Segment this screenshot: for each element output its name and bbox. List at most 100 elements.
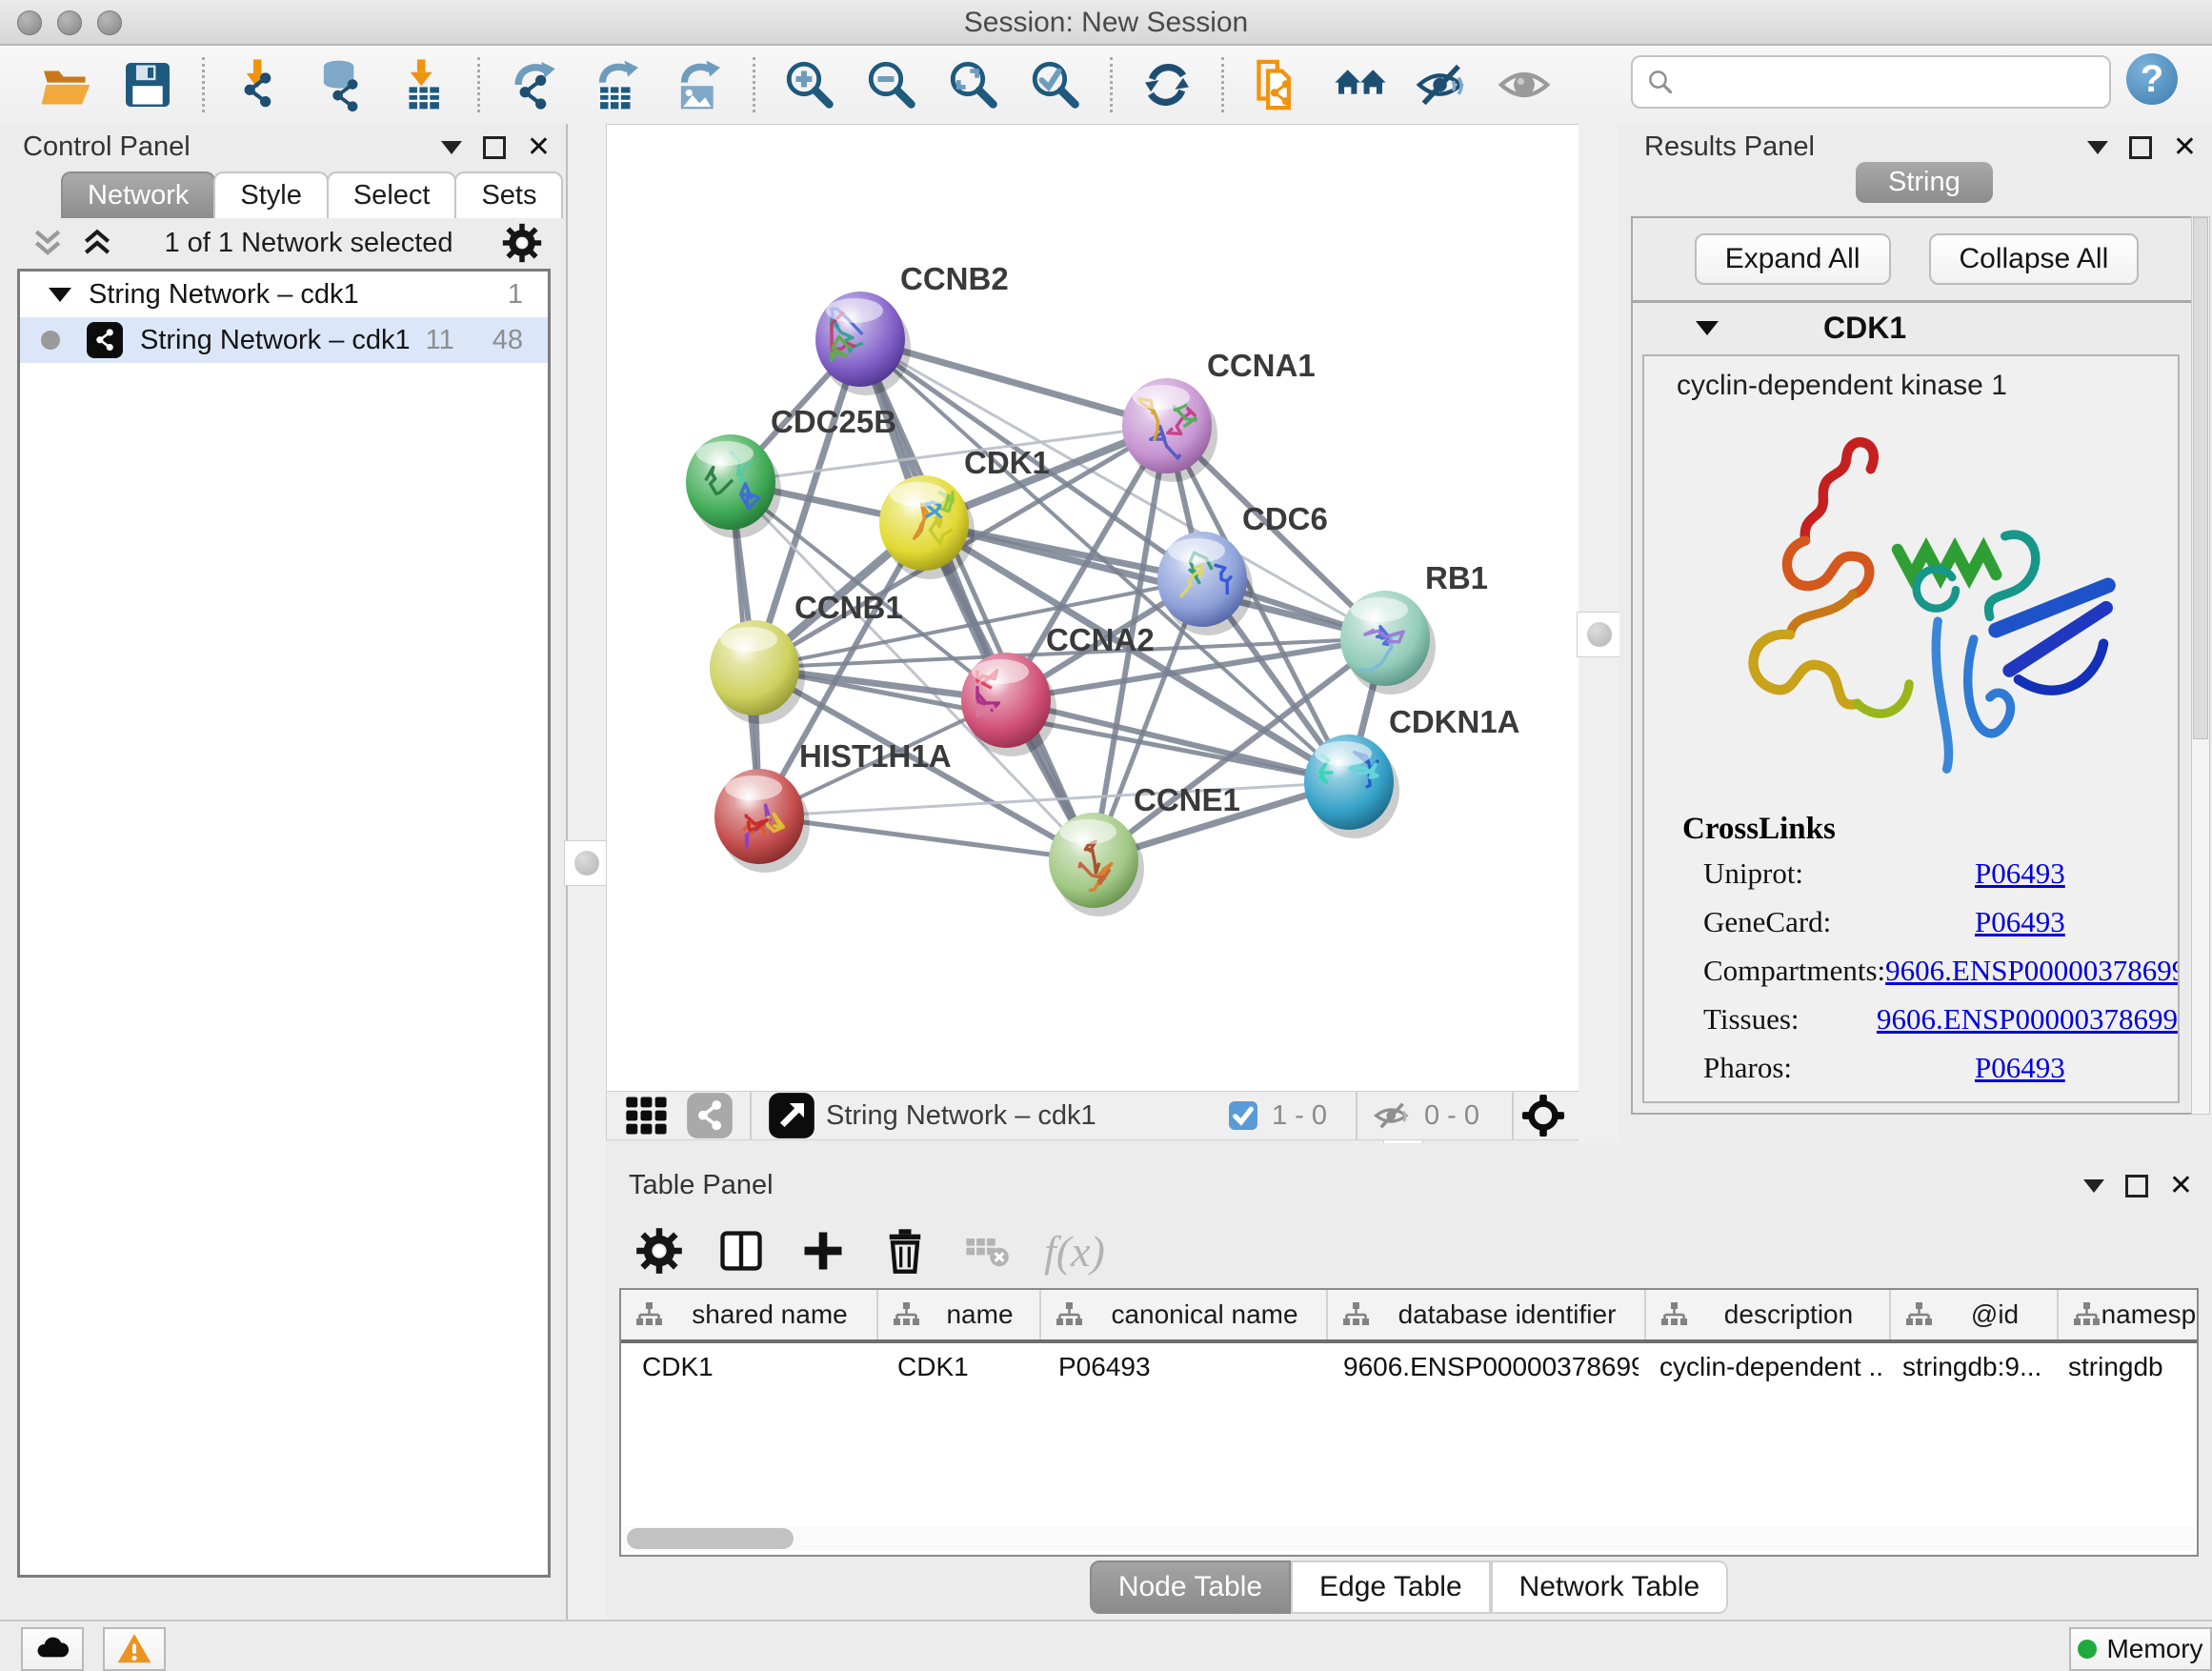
search-input[interactable] [1684, 60, 2109, 104]
crosslink-link[interactable]: P06493 [1975, 856, 2065, 891]
crosslink-link[interactable]: P06493 [1975, 905, 2065, 939]
warnings-button[interactable] [103, 1627, 166, 1671]
table-panel: Table Panel ✕ f(x) shared namenamecanoni… [606, 1143, 2212, 1620]
results-panel-menu-icon[interactable] [2087, 141, 2108, 154]
refresh-icon[interactable] [1139, 57, 1195, 112]
selected-checkbox-icon[interactable] [1226, 1098, 1260, 1133]
copy-network-icon[interactable] [1251, 57, 1306, 112]
network-node-cdkn1a[interactable]: CDKN1A [1304, 704, 1520, 838]
results-scrollbar-thumb[interactable] [2193, 217, 2208, 739]
help-button[interactable]: ? [2126, 53, 2178, 105]
right-splitter-handle[interactable] [1577, 612, 1622, 657]
results-scrollbar[interactable] [2191, 216, 2210, 1115]
memory-button[interactable]: Memory [2069, 1627, 2212, 1671]
network-canvas[interactable]: CCNB2CCNA1CDC25BCDK1CDC6RB1CCNB1CCNA2CDK… [606, 124, 1579, 1093]
collapse-all-button[interactable]: Collapse All [1929, 233, 2140, 285]
column-header-description[interactable]: description [1646, 1290, 1891, 1339]
tab-network-table[interactable]: Network Table [1491, 1560, 1729, 1614]
table-scrollbar-thumb[interactable] [627, 1528, 794, 1549]
hidden-eye-icon[interactable] [1373, 1096, 1413, 1136]
panel-menu-icon[interactable] [441, 141, 462, 154]
zoom-selected-icon[interactable] [1028, 57, 1083, 112]
export-table-icon[interactable] [589, 57, 644, 112]
control-panel-tabs: NetworkStyleSelectSets [61, 171, 561, 218]
hide-selected-icon[interactable] [1415, 57, 1470, 112]
right-splitter[interactable] [1579, 124, 1619, 1143]
table-row[interactable]: CDK1CDK1P064939606.ENSP00000378699cyclin… [621, 1343, 2197, 1391]
network-node-ccne1[interactable]: CCNE1 [1049, 782, 1240, 916]
export-image-icon[interactable] [671, 57, 726, 112]
network-node-hist1h1a[interactable]: HIST1H1A [714, 738, 952, 873]
results-panel: Results Panel ✕ String Expand All Collap… [1619, 124, 2212, 1143]
expand-all-button[interactable]: Expand All [1695, 233, 1891, 285]
node-table[interactable]: shared namenamecanonical namedatabase id… [619, 1288, 2199, 1557]
tab-string[interactable]: String [1856, 162, 1993, 203]
warning-icon [116, 1631, 152, 1667]
tab-sets[interactable]: Sets [454, 171, 563, 218]
crosslink-link[interactable]: P06493 [1975, 1051, 2065, 1085]
panel-close-icon[interactable]: ✕ [527, 139, 551, 156]
network-options-gear-icon[interactable] [501, 222, 543, 264]
node-label: CDC25B [771, 404, 896, 439]
nested-networks-icon[interactable] [1333, 57, 1388, 112]
results-panel-close-icon[interactable]: ✕ [2173, 139, 2197, 156]
results-panel-float-icon[interactable] [2129, 136, 2152, 159]
zoom-fit-icon[interactable] [946, 57, 1001, 112]
collapse-all-icon[interactable] [29, 224, 67, 262]
network-node-rb1[interactable]: RB1 [1340, 560, 1488, 695]
column-header-namespace[interactable]: namespace [2059, 1290, 2199, 1339]
network-node-ccna1[interactable]: CCNA1 [1122, 348, 1316, 482]
open-in-window-icon[interactable] [767, 1091, 816, 1140]
show-all-icon[interactable] [1497, 57, 1552, 112]
left-splitter-handle[interactable] [564, 840, 610, 886]
save-session-icon[interactable] [120, 57, 175, 112]
table-settings-gear-icon[interactable] [634, 1226, 684, 1276]
grid-view-icon[interactable] [622, 1091, 672, 1140]
collection-label: String Network – cdk1 [89, 279, 508, 311]
collection-expand-icon[interactable] [49, 288, 71, 302]
node-label: CCNA1 [1207, 348, 1316, 383]
import-table-icon[interactable] [395, 57, 451, 112]
cloud-button[interactable] [21, 1627, 84, 1671]
protein-collapse-icon[interactable] [1696, 321, 1719, 335]
open-file-icon[interactable] [38, 57, 93, 112]
column-header-shared-name[interactable]: shared name [621, 1290, 878, 1339]
share-view-icon[interactable] [685, 1091, 734, 1140]
crosslink-link[interactable]: 9606.ENSP00000378699 [1877, 1002, 2178, 1037]
column-header-name[interactable]: name [878, 1290, 1041, 1339]
table-panel-close-icon[interactable]: ✕ [2169, 1178, 2193, 1195]
show-columns-icon[interactable] [716, 1226, 766, 1276]
node-label: CCNA2 [1046, 622, 1155, 657]
crosslink-link[interactable]: 9606.ENSP00000378699 [1885, 954, 2180, 988]
table-horizontal-scrollbar[interactable] [623, 1526, 2195, 1551]
panel-float-icon[interactable] [483, 136, 506, 159]
import-database-icon[interactable] [313, 57, 369, 112]
network-row[interactable]: String Network – cdk1 11 48 [20, 317, 548, 363]
crosslink-row: Tissues:9606.ENSP00000378699 [1703, 1002, 2178, 1037]
tab-style[interactable]: Style [213, 171, 328, 218]
expand-all-icon[interactable] [78, 224, 116, 262]
add-column-icon[interactable] [798, 1226, 848, 1276]
column-header-canonical-name[interactable]: canonical name [1041, 1290, 1328, 1339]
search-box[interactable] [1631, 55, 2111, 109]
tab-node-table[interactable]: Node Table [1090, 1560, 1291, 1614]
table-panel-float-icon[interactable] [2125, 1175, 2148, 1198]
protein-name: CDK1 [1823, 311, 1906, 346]
tab-network[interactable]: Network [61, 171, 215, 218]
network-collection-row[interactable]: String Network – cdk1 1 [20, 272, 548, 317]
protein-description: cyclin-dependent kinase 1 [1677, 370, 2178, 402]
import-network-icon[interactable] [231, 57, 287, 112]
export-network-icon[interactable] [507, 57, 562, 112]
table-panel-menu-icon[interactable] [2083, 1179, 2104, 1193]
zoom-in-icon[interactable] [782, 57, 837, 112]
birds-eye-crosshair-icon[interactable] [1521, 1094, 1565, 1137]
control-panel-title: Control Panel [23, 131, 191, 163]
left-splitter[interactable] [568, 124, 606, 1620]
tab-edge-table[interactable]: Edge Table [1291, 1560, 1491, 1614]
tab-select[interactable]: Select [327, 171, 457, 218]
zoom-out-icon[interactable] [864, 57, 919, 112]
column-header--id[interactable]: @id [1891, 1290, 2059, 1339]
network-node-cdc25b[interactable]: CDC25B [686, 404, 896, 538]
column-header-database-identifier[interactable]: database identifier [1328, 1290, 1646, 1339]
delete-column-icon[interactable] [880, 1226, 930, 1276]
